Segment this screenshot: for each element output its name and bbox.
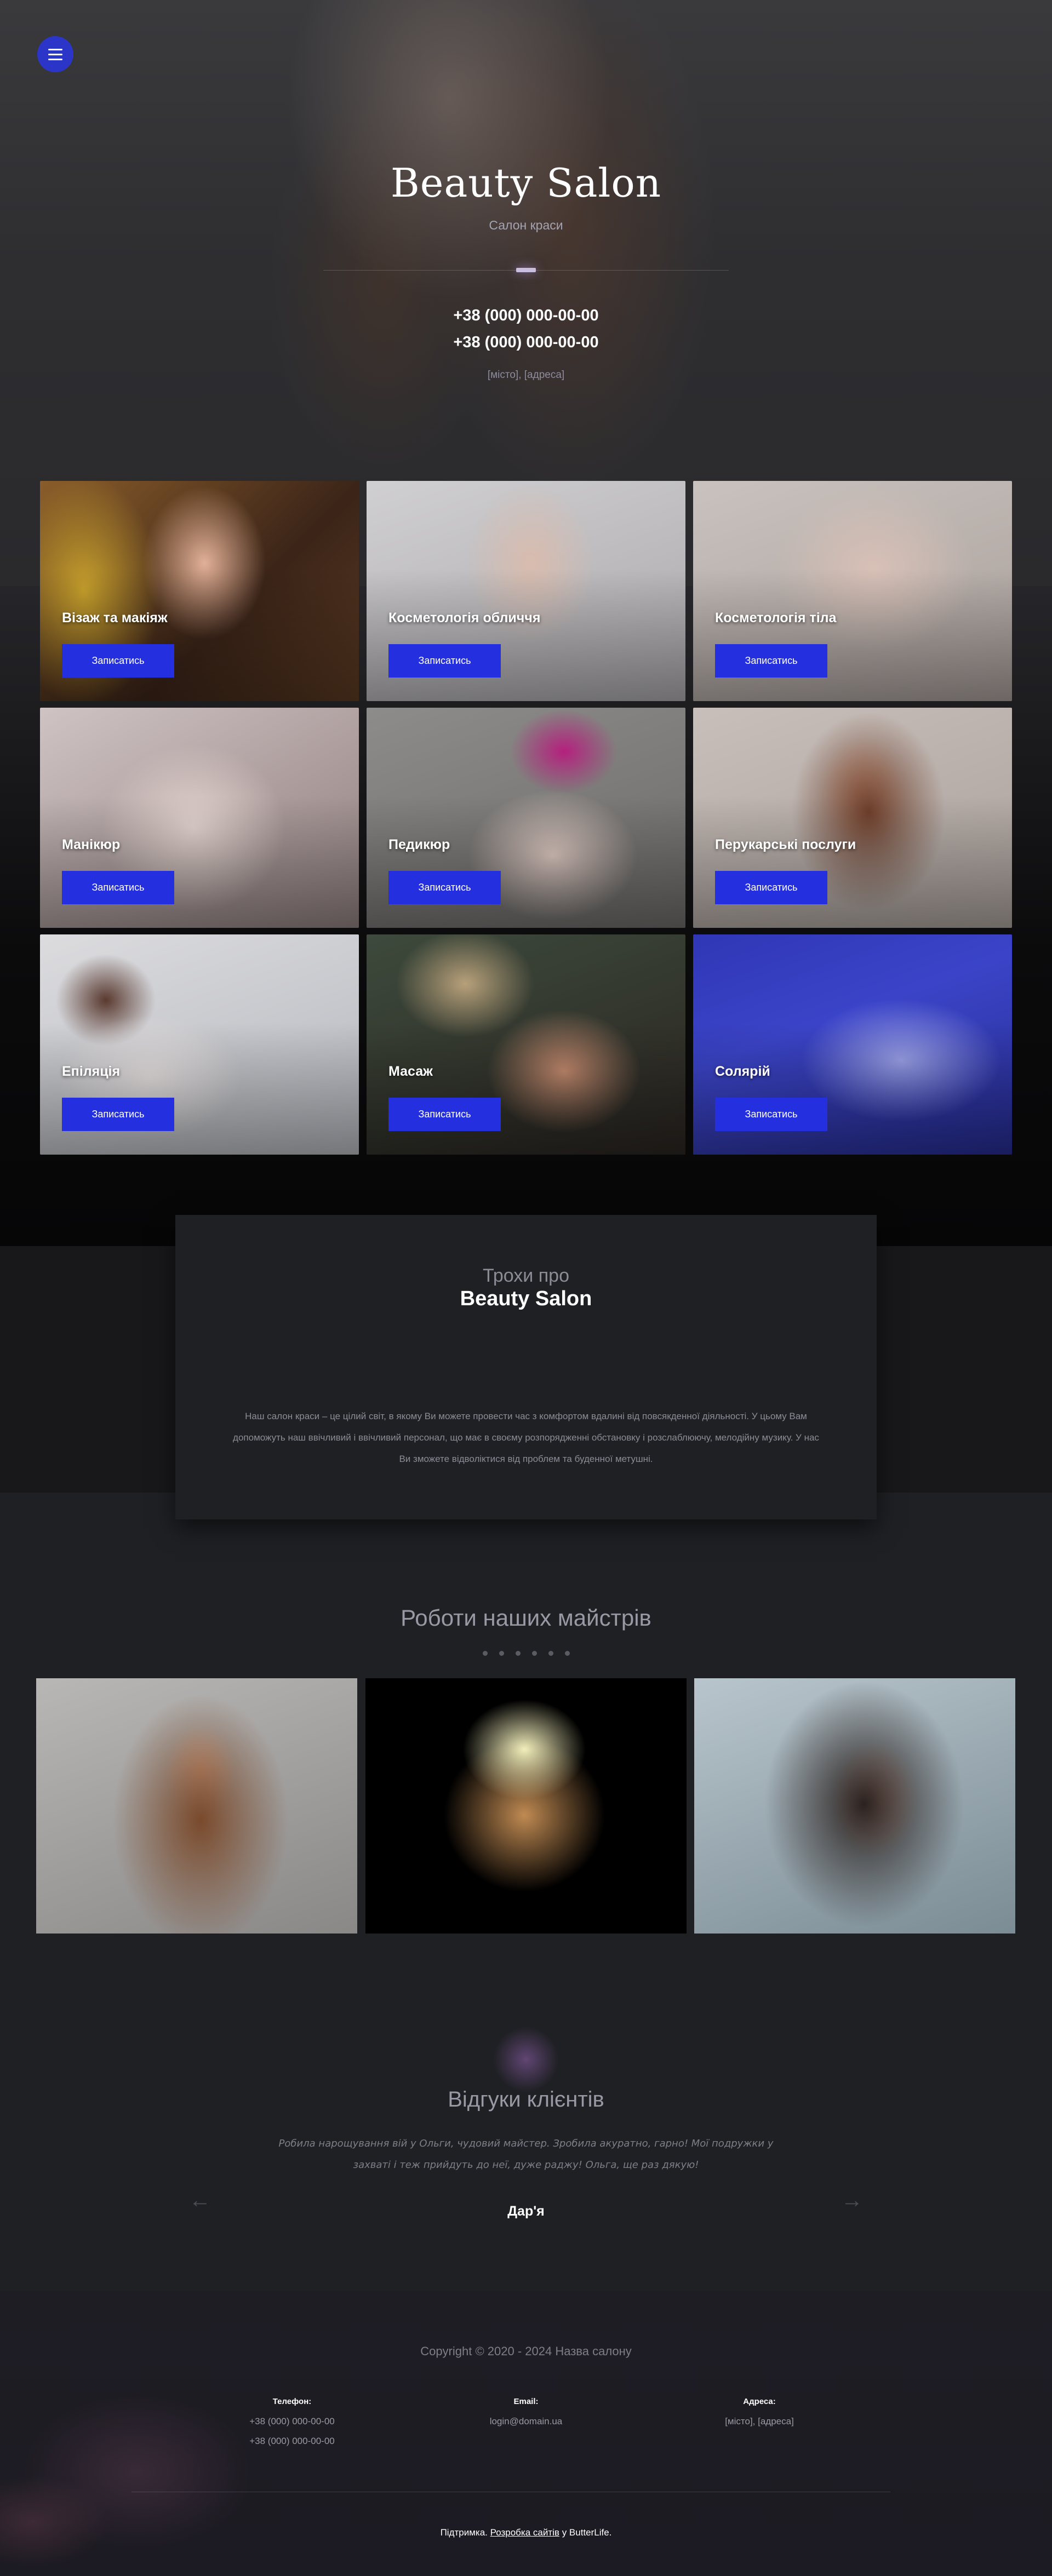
service-card-hairdressing: Перукарські послуги Записатись — [693, 708, 1012, 928]
review-text: Робила нарощування вій у Ольги, чудовий … — [278, 2138, 774, 2171]
footer-phone-2[interactable]: +38 (000) 000-00-00 — [210, 2431, 374, 2451]
copyright: Copyright © 2020 - 2024 Назва салону — [420, 2344, 632, 2358]
service-title: Солярій — [715, 1064, 770, 1079]
menu-button[interactable] — [37, 36, 73, 72]
work-photo-2[interactable] — [365, 1678, 687, 1934]
service-card-face-cosmetology: Косметологія обличчя Записатись — [367, 481, 685, 701]
carousel-dot[interactable] — [548, 1651, 553, 1656]
carousel-dot[interactable] — [499, 1651, 504, 1656]
book-button[interactable]: Записатись — [715, 1098, 827, 1131]
book-button[interactable]: Записатись — [715, 644, 827, 678]
hero-divider-accent — [516, 268, 536, 272]
footer-credits: Підтримка. Розробка сайтів у ButterLife. — [0, 2527, 1052, 2538]
service-title: Візаж та макіяж — [62, 610, 168, 626]
service-title: Педикюр — [388, 837, 450, 852]
service-title: Епіляція — [62, 1064, 121, 1079]
footer-email-label: Email: — [513, 2397, 539, 2406]
service-title: Косметологія тіла — [715, 610, 837, 626]
footer-address-column: Адреса: [місто], [адреса] — [677, 2397, 842, 2431]
hamburger-menu-icon — [48, 48, 62, 50]
works-title: Роботи наших майстрів — [401, 1605, 651, 1631]
service-title: Манікюр — [62, 837, 121, 852]
reviews-title: Відгуки клієнтів — [448, 2087, 604, 2112]
book-button[interactable]: Записатись — [62, 871, 174, 904]
service-card-solarium: Солярій Записатись — [693, 934, 1012, 1155]
footer-email-column: Email: login@domain.ua — [444, 2397, 608, 2431]
book-button[interactable]: Записатись — [715, 871, 827, 904]
service-card-manicure: Манікюр Записатись — [40, 708, 359, 928]
hero-phone-2[interactable]: +38 (000) 000-00-00 — [0, 334, 1052, 352]
work-photo-1[interactable] — [36, 1678, 357, 1934]
footer-address-label: Адреса: — [743, 2397, 776, 2406]
about-title: Beauty Salon — [460, 1287, 592, 1310]
credits-link[interactable]: Розробка сайтів — [490, 2527, 559, 2538]
service-card-epilation: Епіляція Записатись — [40, 934, 359, 1155]
service-card-pedicure: Педикюр Записатись — [367, 708, 685, 928]
carousel-dot[interactable] — [483, 1651, 488, 1656]
hero-address: [місто], [адреса] — [487, 369, 565, 381]
carousel-dot[interactable] — [516, 1651, 521, 1656]
credits-prefix: Підтримка. — [440, 2527, 488, 2538]
footer-phone-column: Телефон: +38 (000) 000-00-00 +38 (000) 0… — [210, 2397, 374, 2451]
reviews-glow-decoration — [493, 2027, 559, 2092]
book-button[interactable]: Записатись — [388, 1098, 501, 1131]
about-pretitle: Трохи про — [483, 1265, 569, 1286]
review-author: Дар'я — [507, 2204, 545, 2219]
service-title: Масаж — [388, 1064, 433, 1079]
carousel-dot[interactable] — [532, 1651, 537, 1656]
footer-phone-1[interactable]: +38 (000) 000-00-00 — [210, 2412, 374, 2431]
footer-address: [місто], [адреса] — [725, 2416, 794, 2426]
service-title: Косметологія обличчя — [388, 610, 541, 626]
carousel-dot[interactable] — [565, 1651, 570, 1656]
about-text: Наш салон краси – це цілий світ, в якому… — [233, 1411, 819, 1464]
service-card-body-cosmetology: Косметологія тіла Записатись — [693, 481, 1012, 701]
service-card-makeup: Візаж та макіяж Записатись — [40, 481, 359, 701]
about-section: Трохи про Beauty Salon Наш салон краси –… — [175, 1215, 877, 1519]
credits-suffix: у ButterLife. — [562, 2527, 612, 2538]
book-button[interactable]: Записатись — [62, 644, 174, 678]
site-title: Beauty Salon — [390, 160, 662, 206]
site-subtitle: Салон краси — [489, 218, 563, 232]
book-button[interactable]: Записатись — [388, 644, 501, 678]
footer-email[interactable]: login@domain.ua — [444, 2412, 608, 2431]
work-photo-3[interactable] — [694, 1678, 1015, 1934]
service-title: Перукарські послуги — [715, 837, 856, 852]
book-button[interactable]: Записатись — [388, 871, 501, 904]
works-carousel-dots — [483, 1651, 570, 1656]
hero-phone-1[interactable]: +38 (000) 000-00-00 — [0, 307, 1052, 325]
footer-phone-label: Телефон: — [272, 2397, 312, 2406]
service-card-massage: Масаж Записатись — [367, 934, 685, 1155]
book-button[interactable]: Записатись — [62, 1098, 174, 1131]
services-grid: Візаж та макіяж Записатись Косметологія … — [40, 481, 1012, 1155]
